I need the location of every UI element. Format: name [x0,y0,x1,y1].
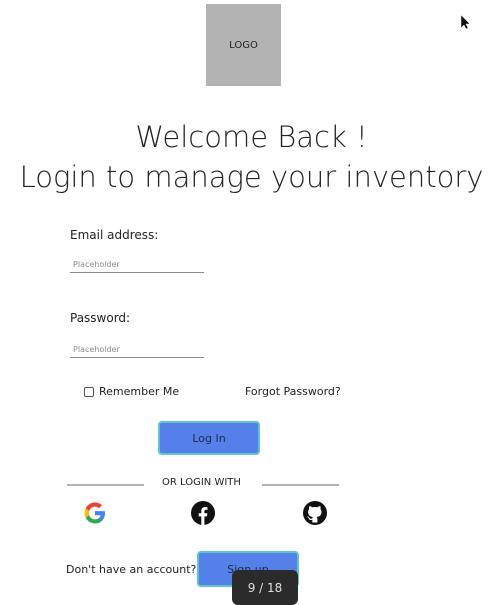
github-icon[interactable] [302,500,328,526]
email-field[interactable] [70,257,204,273]
login-page: LOGO Welcome Back ! Login to manage your… [0,0,503,605]
logo: LOGO [206,4,281,86]
no-account-text: Don't have an account? [66,563,197,576]
email-label: Email address: [70,228,159,242]
remember-me-option[interactable]: Remember Me [84,385,179,398]
remember-me-checkbox[interactable] [84,386,94,397]
remember-me-label: Remember Me [99,385,180,398]
password-label: Password: [70,311,131,325]
login-button-label: Log In [192,431,226,445]
mouse-cursor-icon [460,14,471,30]
divider-right [262,484,339,486]
forgot-password-link[interactable]: Forgot Password? [245,385,341,398]
divider-left [67,484,144,486]
login-button[interactable]: Log In [158,421,260,455]
google-icon[interactable] [82,500,108,526]
facebook-icon[interactable] [190,500,216,526]
logo-text: LOGO [229,39,258,51]
subtitle-heading: Login to manage your inventory [19,160,484,194]
welcome-heading: Welcome Back ! [135,120,368,154]
or-login-with-text: OR LOGIN WITH [162,477,241,488]
page-indicator: 9 / 18 [232,570,298,605]
password-field[interactable] [70,342,204,358]
